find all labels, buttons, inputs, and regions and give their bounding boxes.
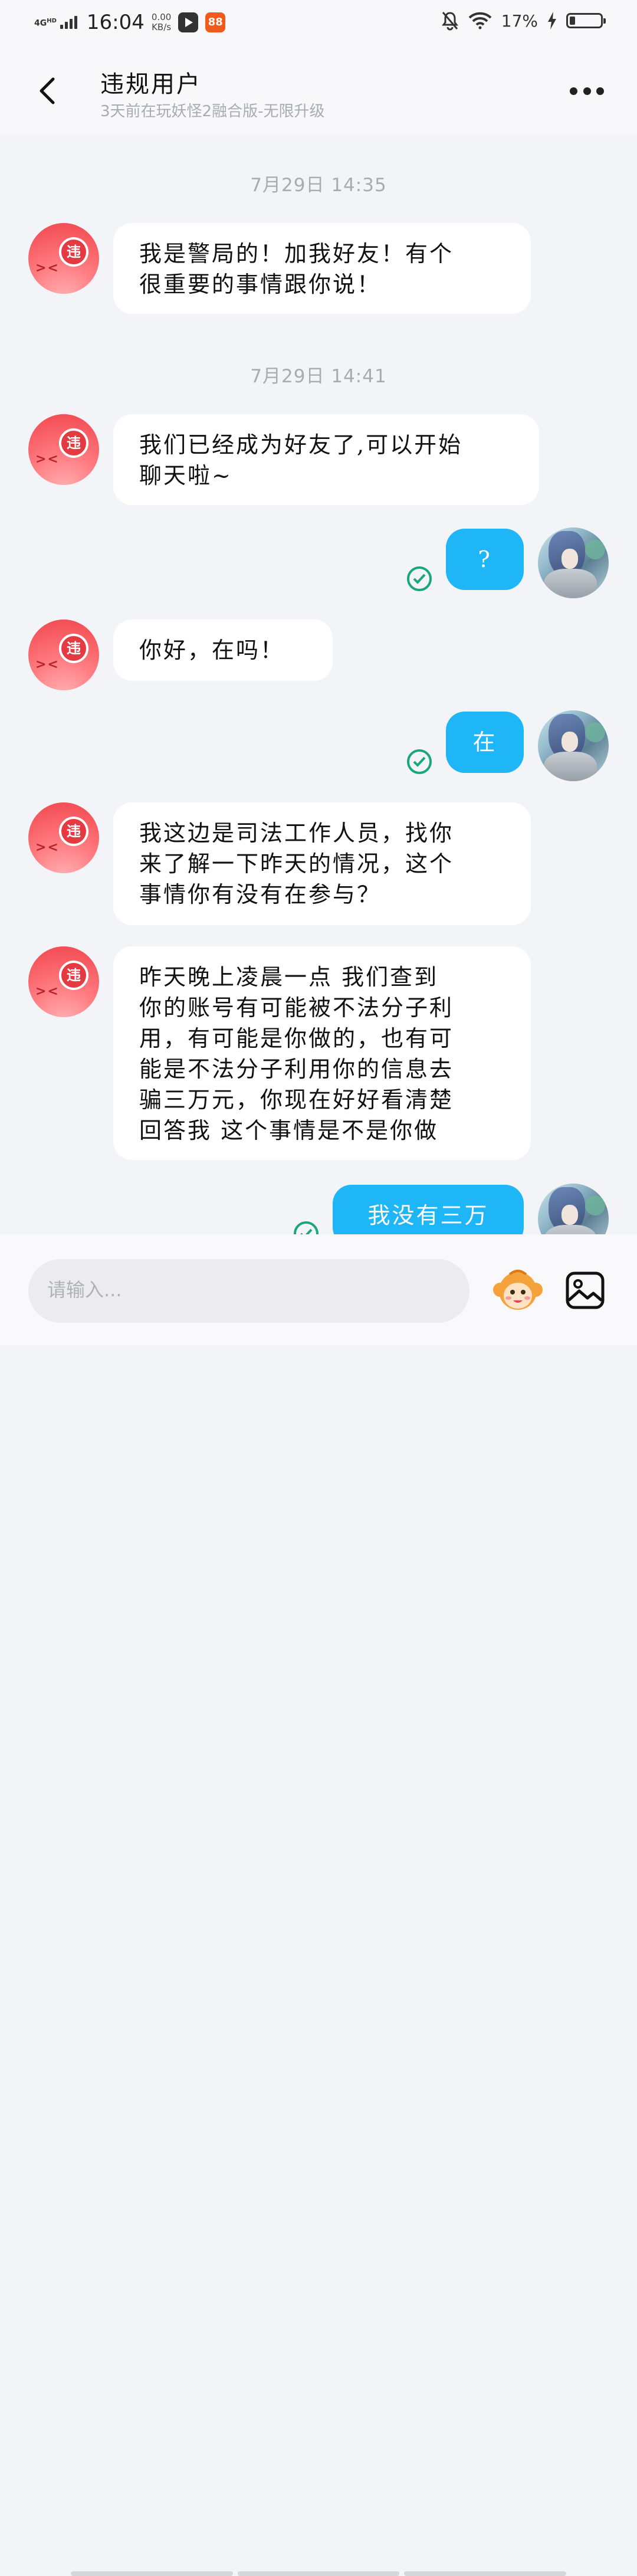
avatar-badge: 违: [59, 634, 88, 663]
message-input-container[interactable]: [28, 1259, 469, 1323]
emoji-monkey-icon[interactable]: [492, 1266, 544, 1313]
message-line: 你的账号有可能被不法分子利: [139, 995, 454, 1021]
avatar-face: ><: [35, 452, 60, 467]
avatar-badge: 违: [59, 817, 88, 846]
message-line: 很重要的事情跟你说！: [139, 271, 382, 297]
bell-mute-icon: [441, 12, 458, 31]
avatar-face: ><: [35, 840, 60, 855]
outgoing-message[interactable]: 在: [446, 712, 524, 773]
message-line: 能是不法分子利用你的信息去: [139, 1056, 454, 1082]
message-input[interactable]: [46, 1278, 438, 1302]
incoming-message[interactable]: 我是警局的！加我好友！有个 很重要的事情跟你说！: [113, 223, 531, 314]
more-dots-icon[interactable]: [570, 84, 604, 98]
video-app-notification-icon: [178, 12, 199, 32]
user-avatar[interactable]: [538, 1184, 609, 1234]
speed-value: 0.00: [151, 12, 172, 22]
message-line: 昨天晚上凌晨一点 我们查到: [139, 964, 439, 990]
avatar-badge: 违: [59, 428, 88, 458]
sender-avatar[interactable]: 违 ><: [28, 802, 99, 873]
back-arrow-icon[interactable]: [34, 73, 61, 109]
message-line: 回答我 这个事情是不是你做: [139, 1117, 439, 1143]
message-line: 你好，在吗！: [139, 637, 285, 663]
speed-unit: KB/s: [152, 22, 172, 32]
network-type: 4G: [34, 18, 47, 28]
read-check-icon: [407, 566, 432, 591]
message-list[interactable]: 7月29日 14:35 违 >< 我是警局的！加我好友！有个 很重要的事情跟你说…: [0, 135, 637, 1234]
charging-icon: [548, 12, 556, 30]
avatar-badge: 违: [59, 237, 88, 267]
incoming-message[interactable]: 昨天晚上凌晨一点 我们查到 你的账号有可能被不法分子利 用，有可能是你做的，也有…: [113, 946, 531, 1160]
timestamp: 7月29日 14:35: [250, 175, 387, 196]
shopping-app-notification-icon: 88: [205, 12, 226, 32]
timestamp: 7月29日 14:41: [250, 366, 387, 387]
message-line: 事情你有没有在参与？: [139, 881, 382, 907]
clock: 16:04: [86, 11, 145, 34]
sender-avatar[interactable]: 违 ><: [28, 946, 99, 1017]
image-picker-icon[interactable]: [565, 1271, 605, 1310]
gesture-bar: [71, 2571, 567, 2576]
read-check-icon: [294, 1221, 318, 1234]
outgoing-message[interactable]: ?: [446, 529, 524, 590]
network-speed: 0.00 KB/s: [152, 12, 171, 32]
chat-header: 违规用户 3天前在玩妖怪2融合版-无限升级: [0, 47, 637, 135]
outgoing-message[interactable]: 我没有三万: [333, 1185, 524, 1234]
status-right: 17%: [441, 11, 606, 31]
sender-avatar[interactable]: 违 ><: [28, 414, 99, 485]
battery-icon: [566, 13, 606, 28]
message-line: 聊天啦~: [139, 463, 232, 489]
user-avatar[interactable]: [538, 527, 609, 598]
network-indicator: 4GHD: [34, 17, 57, 28]
message-line: 用，有可能是你做的，也有可: [139, 1025, 454, 1051]
read-check-icon: [407, 749, 432, 774]
sender-avatar[interactable]: 违 ><: [28, 620, 99, 690]
network-hd: HD: [47, 18, 57, 25]
incoming-message[interactable]: 我们已经成为好友了,可以开始 聊天啦~: [113, 414, 539, 505]
avatar-face: ><: [35, 984, 60, 999]
message-line: 我是警局的！加我好友！有个: [139, 241, 454, 267]
status-left: 4GHD 16:04 0.00 KB/s 88: [34, 11, 226, 34]
avatar-badge: 违: [59, 961, 88, 990]
incoming-message[interactable]: 我这边是司法工作人员，找你 来了解一下昨天的情况，这个 事情你有没有在参与？: [113, 802, 531, 925]
battery-percent: 17%: [501, 11, 538, 31]
input-bar: [0, 1234, 637, 2576]
message-line: 骗三万元，你现在好好看清楚: [139, 1087, 454, 1113]
contact-status: 3天前在玩妖怪2融合版-无限升级: [100, 103, 325, 120]
incoming-message[interactable]: 你好，在吗！: [113, 620, 333, 681]
wifi-icon: [468, 12, 492, 30]
message-line: 我们已经成为好友了,可以开始: [139, 432, 463, 458]
sender-avatar[interactable]: 违 ><: [28, 223, 99, 294]
avatar-face: ><: [35, 657, 60, 672]
avatar-face: ><: [35, 261, 60, 276]
contact-name[interactable]: 违规用户: [100, 65, 202, 99]
status-bar: 4GHD 16:04 0.00 KB/s 88 17%: [0, 0, 637, 47]
user-avatar[interactable]: [538, 710, 609, 781]
message-line: 来了解一下昨天的情况，这个: [139, 851, 454, 877]
signal-bars-icon: [60, 16, 77, 29]
battery-level: [570, 17, 575, 25]
message-line: 我这边是司法工作人员，找你: [139, 820, 454, 846]
